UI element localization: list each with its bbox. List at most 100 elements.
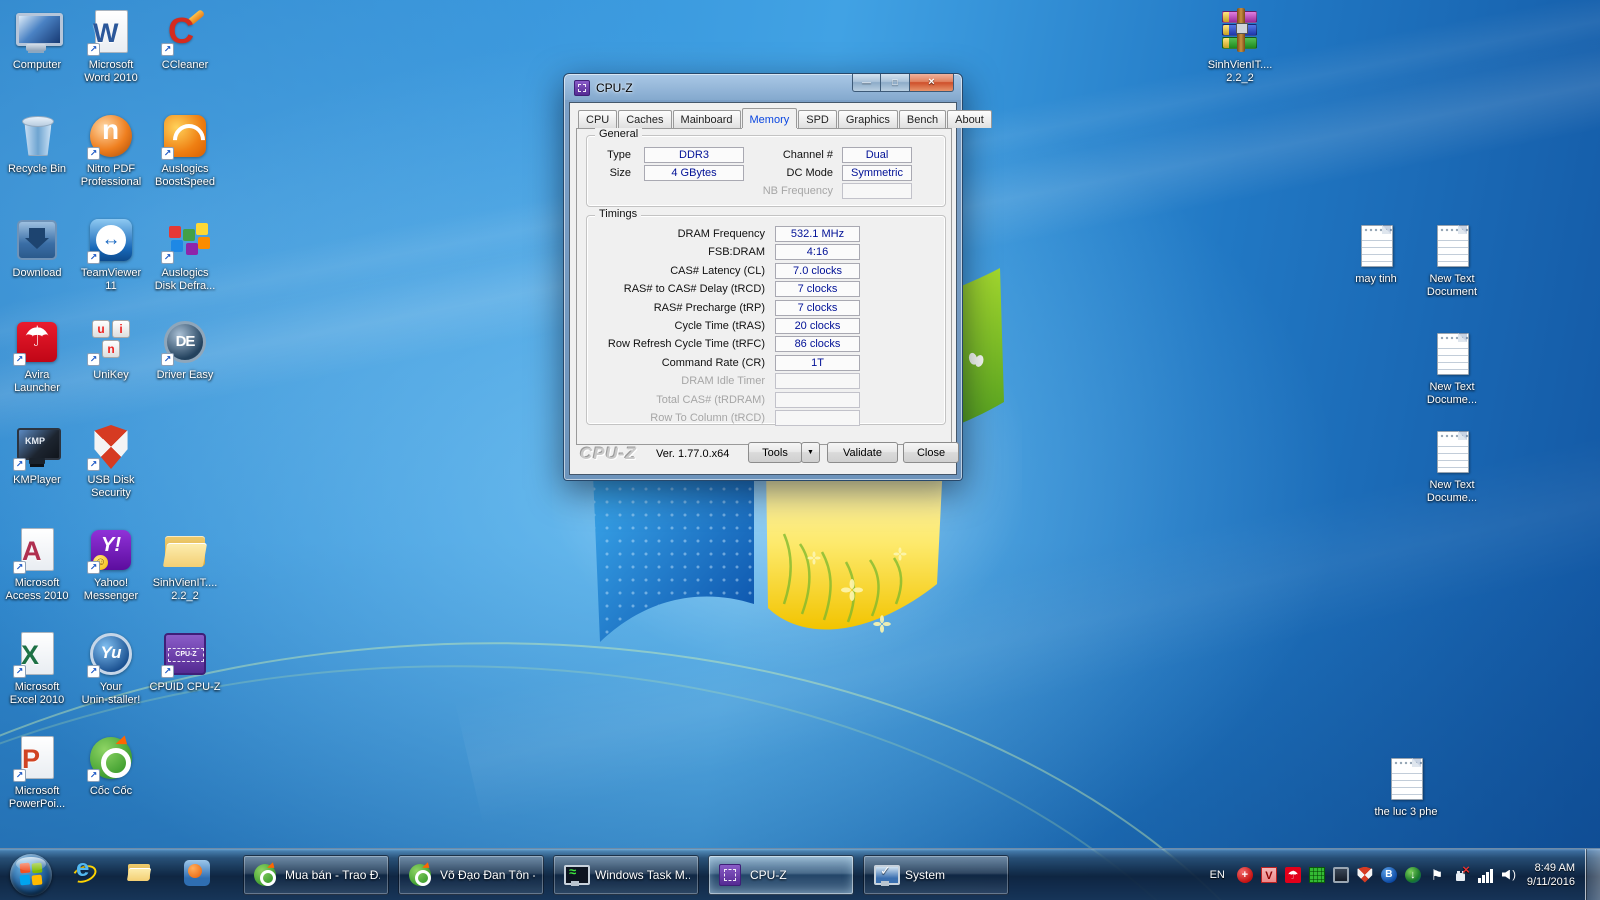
desktop-icon-usb-disk-security[interactable]: ↗USB Disk Security <box>73 423 149 500</box>
desktop-icon-microsoft-excel-2010[interactable]: ↗Microsoft Excel 2010 <box>0 630 75 707</box>
timing-label-dram-idle-timer: DRAM Idle Timer <box>589 374 765 389</box>
internet-download-manager-icon[interactable]: ↓ <box>1405 867 1421 883</box>
tab-memory[interactable]: Memory <box>742 108 798 128</box>
timing-label-command-rate-cr: Command Rate (CR) <box>589 356 765 371</box>
desktop-icon-microsoft-access-2010[interactable]: ↗Microsoft Access 2010 <box>0 526 75 603</box>
coccoc-taskbar-icon <box>407 862 433 888</box>
desktop-icon-cpuid-cpu-z[interactable]: ↗ CPUID CPU-Z <box>147 630 223 694</box>
tab-bench[interactable]: Bench <box>899 110 946 128</box>
desktop-icon-recycle-bin[interactable]: Recycle Bin <box>0 112 75 176</box>
network-signal-icon[interactable] <box>1477 867 1493 883</box>
word-icon: ↗ <box>87 8 135 56</box>
tab-about[interactable]: About <box>947 110 992 128</box>
shortcut-arrow-icon: ↗ <box>87 353 100 366</box>
tab-cpu[interactable]: CPU <box>578 110 617 128</box>
desktop-icon-c-c-c-c[interactable]: ↗Cốc Cốc <box>73 734 149 798</box>
desktop-icon-new-text-docume[interactable]: New Text Docume... <box>1414 428 1490 505</box>
desktop-icon-auslogics-boostspeed[interactable]: ↗Auslogics BoostSpeed <box>147 112 223 189</box>
desktop-icon-avira-launcher[interactable]: ↗Avira Launcher <box>0 318 75 395</box>
shortcut-arrow-icon: ↗ <box>161 665 174 678</box>
tab-caches[interactable]: Caches <box>618 110 671 128</box>
desktop-icon-download[interactable]: Download <box>0 216 75 280</box>
taskbar-button-mua-b-n-trao[interactable]: Mua bán - Trao Đ... <box>243 855 389 895</box>
start-flag-pane <box>32 863 43 874</box>
usb-disk-security-icon[interactable] <box>1357 867 1373 883</box>
volume-icon[interactable] <box>1501 867 1517 883</box>
taskbar-button-label: CPU-Z <box>750 868 787 882</box>
desktop-icon-yahoo-messenger[interactable]: ☺↗Yahoo! Messenger <box>73 526 149 603</box>
field-label-type: Type <box>589 148 631 163</box>
minimize-button[interactable]: — <box>852 74 881 92</box>
close-window-button[interactable]: × <box>909 74 954 92</box>
desktop-icon-auslogics-disk-defra[interactable]: ↗Auslogics Disk Defra... <box>147 216 223 293</box>
tab-mainboard[interactable]: Mainboard <box>673 110 741 128</box>
desktop-icon-the-luc-3-phe[interactable]: the luc 3 phe <box>1368 755 1444 819</box>
desktop-icon-teamviewer-11[interactable]: ↗TeamViewer 11 <box>73 216 149 293</box>
desktop-screen: Computer↗Microsoft Word 2010↗CCleaner Rec… <box>0 0 1600 900</box>
tab-spd[interactable]: SPD <box>798 110 837 128</box>
access-icon: ↗ <box>13 526 61 574</box>
teamviewer-icon[interactable]: + <box>1237 867 1253 883</box>
clock[interactable]: 8:49 AM 9/11/2016 <box>1527 861 1575 889</box>
desktop-icon-unikey[interactable]: uin↗UniKey <box>73 318 149 382</box>
desktop-icon-driver-easy[interactable]: ↗Driver Easy <box>147 318 223 382</box>
window-client-area: CPUCachesMainboardMemorySPDGraphicsBench… <box>569 102 957 475</box>
desktop-icon-new-text-docume[interactable]: New Text Docume... <box>1414 330 1490 407</box>
desktop-icon-sinhvienit-2-2-2[interactable]: SinhVienIT.... 2.2_2 <box>1202 8 1278 85</box>
taskbar-button-windows-task-m[interactable]: Windows Task M... <box>553 855 699 895</box>
desktop-icon-nitro-pdf-professional[interactable]: ↗Nitro PDF Professional <box>73 112 149 189</box>
desktop-icon-microsoft-powerpoi[interactable]: ↗Microsoft PowerPoi... <box>0 734 75 811</box>
cpuz-logo: CPU-Z <box>580 444 637 464</box>
tab-graphics[interactable]: Graphics <box>838 110 898 128</box>
show-desktop-button[interactable] <box>1585 849 1600 900</box>
shortcut-arrow-icon: ↗ <box>13 665 26 678</box>
download-icon <box>13 216 61 264</box>
shortcut-arrow-icon: ↗ <box>161 43 174 56</box>
start-button[interactable] <box>10 854 52 896</box>
taskbar: Mua bán - Trao Đ...Võ Đạo Đan Tôn -...Wi… <box>0 848 1600 900</box>
maximize-button[interactable]: □ <box>881 74 909 92</box>
timing-label-ras-precharge-trp: RAS# Precharge (tRP) <box>589 301 765 316</box>
desktop-icon-label: CPUID CPU-Z <box>147 681 223 694</box>
coccoc-icon: ↗ <box>87 734 135 782</box>
desktop-icon-may-tinh[interactable]: may tinh <box>1338 222 1414 286</box>
close-dialog-button[interactable]: Close <box>903 442 959 463</box>
defrag-icon: ↗ <box>161 216 209 264</box>
winrar-icon <box>1216 8 1264 56</box>
desktop-icon-new-text-document[interactable]: New Text Document <box>1414 222 1490 299</box>
tools-dropdown-button[interactable]: ▼ <box>801 442 820 463</box>
tools-button[interactable]: Tools <box>748 442 802 463</box>
pinned-windows-explorer[interactable] <box>126 858 160 892</box>
tab-strip: CPUCachesMainboardMemorySPDGraphicsBench… <box>578 108 993 128</box>
avira-icon[interactable]: ☂ <box>1285 867 1301 883</box>
desktop-icon-microsoft-word-2010[interactable]: ↗Microsoft Word 2010 <box>73 8 149 85</box>
shortcut-arrow-icon: ↗ <box>87 458 100 471</box>
recyclebin-icon <box>13 112 61 160</box>
action-center-flag-icon[interactable]: ⚑ <box>1429 867 1445 883</box>
validate-button[interactable]: Validate <box>827 442 898 463</box>
usbshield-icon: ↗ <box>87 423 135 471</box>
desktop-icon-kmplayer[interactable]: ↗KMPlayer <box>0 423 75 487</box>
field-label-size: Size <box>589 166 631 181</box>
pinned-windows-media-player[interactable] <box>182 858 216 892</box>
desktop-icon-label: Driver Easy <box>147 369 223 382</box>
desktop-icon-your-unin-staller[interactable]: ↗Your Unin-staller! <box>73 630 149 707</box>
power-plug-disconnected-icon[interactable] <box>1453 867 1469 883</box>
desktop-icon-ccleaner[interactable]: ↗CCleaner <box>147 8 223 72</box>
timing-label-fsb-dram: FSB:DRAM <box>589 245 765 260</box>
desktop-icon-computer[interactable]: Computer <box>0 8 75 72</box>
pinned-internet-explorer[interactable] <box>70 858 104 892</box>
bluetooth-icon[interactable]: B <box>1381 867 1397 883</box>
desktop-icon-label: KMPlayer <box>0 474 75 487</box>
green-grid-app-icon[interactable] <box>1309 867 1325 883</box>
unikey-vietnamese-icon[interactable]: V <box>1261 867 1277 883</box>
version-text: Ver. 1.77.0.x64 <box>656 448 729 460</box>
display-settings-icon[interactable] <box>1333 867 1349 883</box>
taskbar-button-v-o-an-t-n[interactable]: Võ Đạo Đan Tôn -... <box>398 855 544 895</box>
desktop-icon-sinhvienit-2-2-2[interactable]: SinhVienIT.... 2.2_2 <box>147 526 223 603</box>
desktop-icon-label: Nitro PDF Professional <box>73 163 149 189</box>
language-indicator[interactable]: EN <box>1210 869 1225 881</box>
taskbar-button-system[interactable]: System <box>863 855 1009 895</box>
taskbar-button-cpu-z[interactable]: CPU-Z <box>708 855 854 895</box>
textdoc-icon <box>1352 222 1400 270</box>
